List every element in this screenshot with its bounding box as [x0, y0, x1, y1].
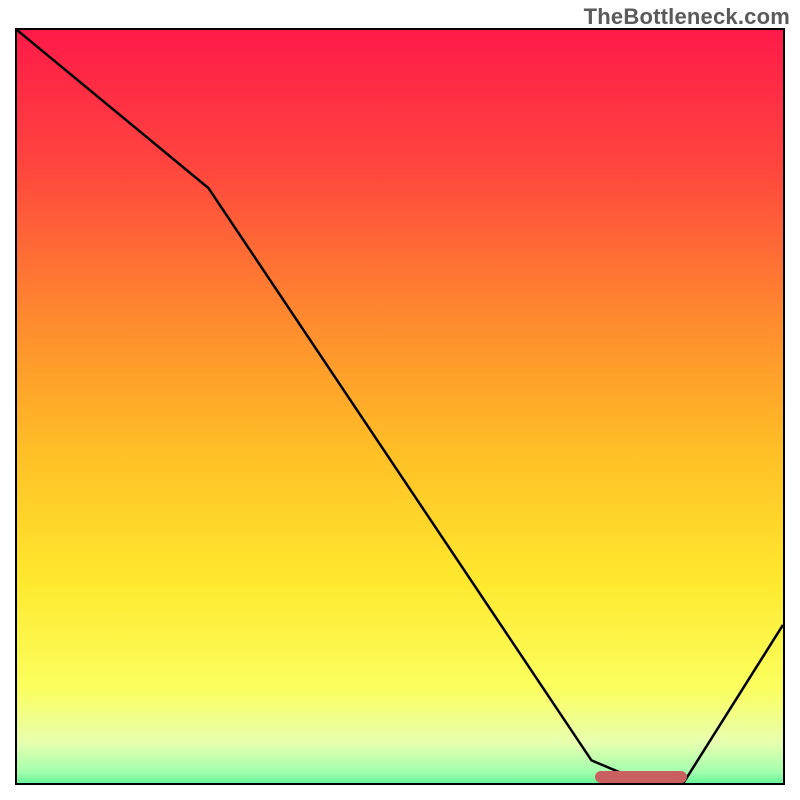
chart-container: TheBottleneck.com	[0, 0, 800, 800]
watermark-text: TheBottleneck.com	[584, 4, 790, 30]
bottleneck-curve	[17, 30, 783, 783]
plot-area	[15, 28, 785, 785]
optimal-range-marker	[595, 771, 687, 783]
